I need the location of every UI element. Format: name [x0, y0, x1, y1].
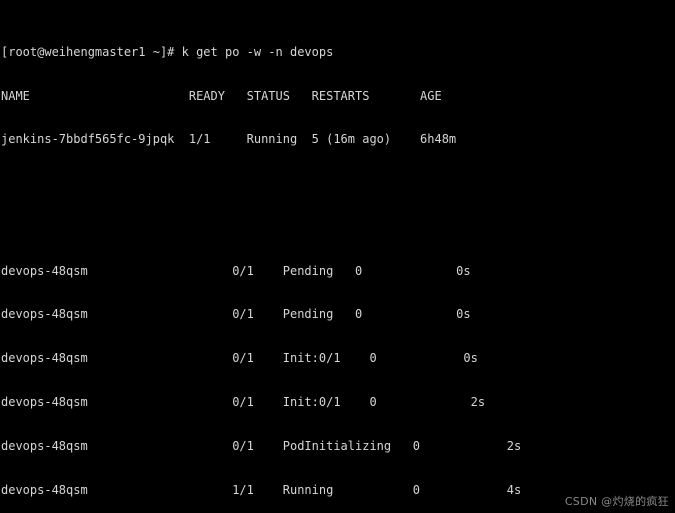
terminal-line: devops-48qsm 0/1 Init:0/1 0 2s [1, 395, 486, 410]
terminal-line: devops-48qsm 0/1 Pending 0 0s [1, 263, 471, 278]
terminal-line: devops-48qsm 0/1 Init:0/1 0 0s [1, 351, 478, 366]
csdn-watermark: CSDN @灼烧的疯狂 [564, 495, 669, 509]
terminal-line: [root@weihengmaster1 ~]# k get po -w -n … [1, 44, 334, 59]
terminal-line: NAME READY STATUS RESTARTS AGE [1, 88, 442, 103]
terminal-line: devops-48qsm 0/1 PodInitializing 0 2s [1, 438, 522, 453]
terminal-line: jenkins-7bbdf565fc-9jpqk 1/1 Running 5 (… [1, 132, 457, 147]
terminal-window[interactable]: [root@weihengmaster1 ~]# k get po -w -n … [0, 0, 675, 513]
terminal-line: devops-48qsm 0/1 Pending 0 0s [1, 307, 471, 322]
terminal-screen[interactable]: [root@weihengmaster1 ~]# k get po -w -n … [1, 1, 675, 513]
